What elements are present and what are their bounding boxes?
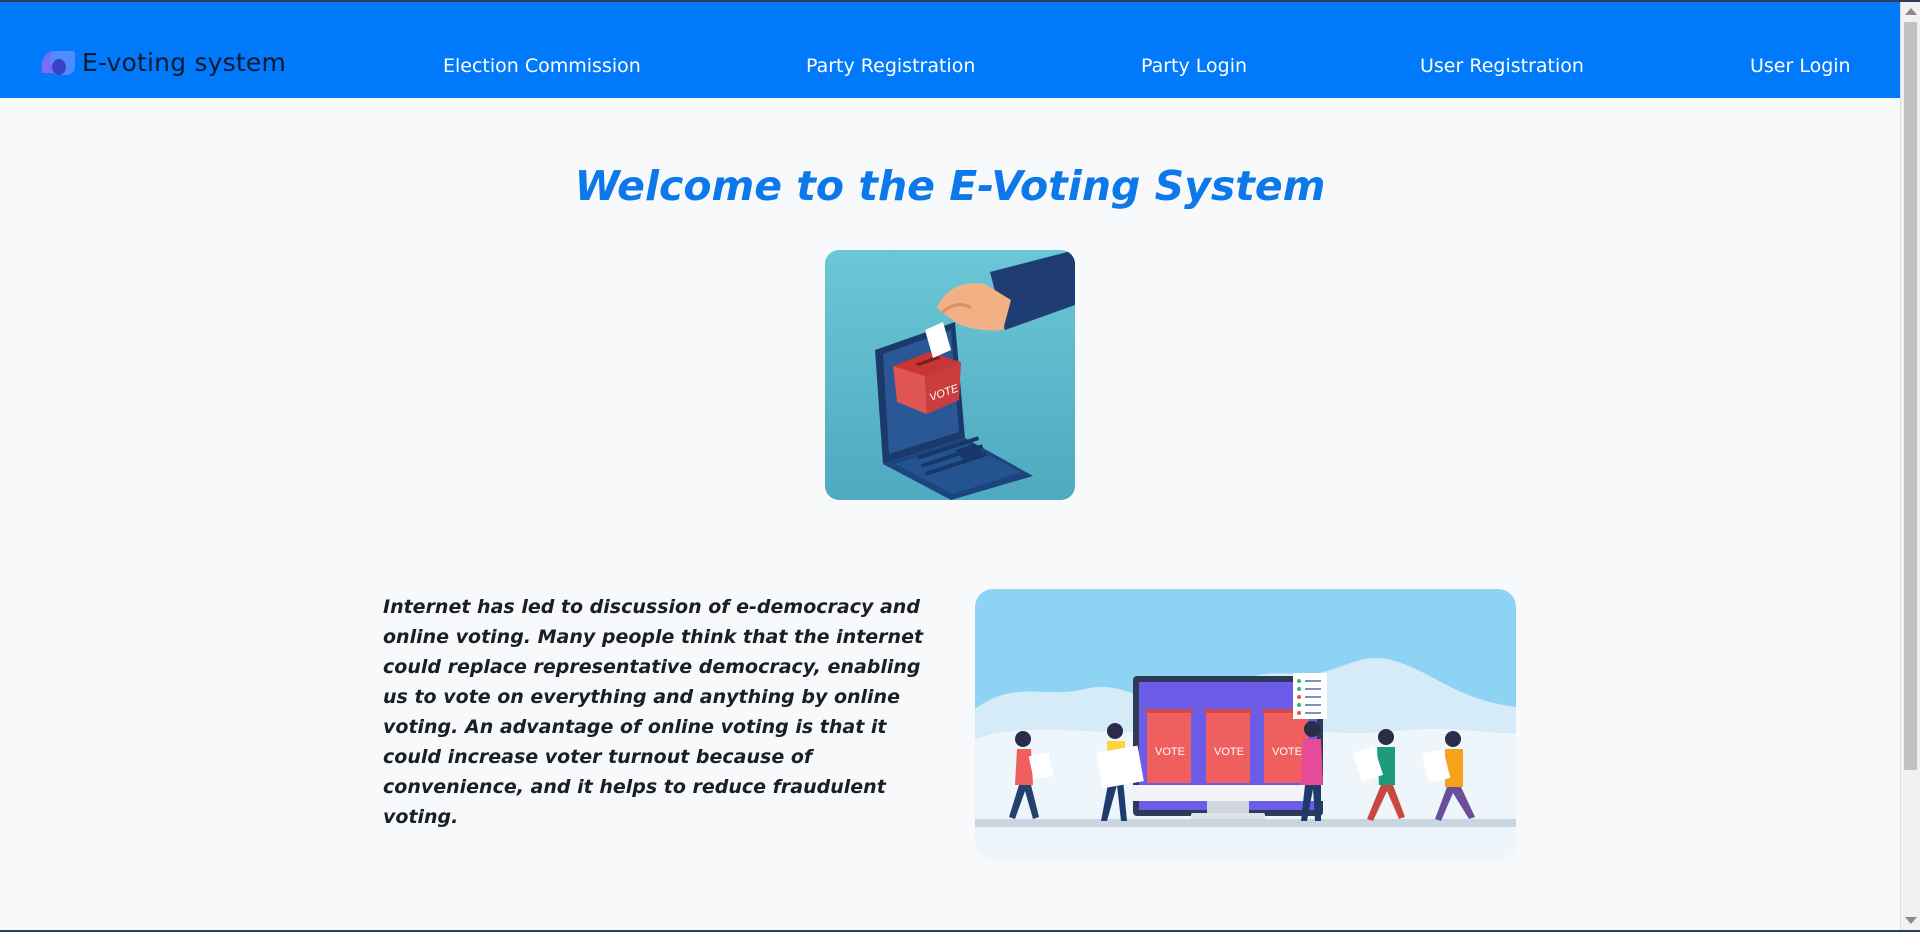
ballot-label-3: VOTE [1272, 746, 1302, 758]
drop-leaf-logo-icon [41, 51, 75, 75]
hero-illustration: VOTE [825, 250, 1075, 500]
scroll-down-arrow-icon[interactable] [1905, 917, 1917, 924]
ballot-label-2: VOTE [1214, 746, 1244, 758]
intro-paragraph: Internet has led to discussion of e-demo… [383, 596, 924, 828]
vertical-scrollbar[interactable] [1900, 2, 1920, 930]
nav-party-registration[interactable]: Party Registration [806, 55, 975, 77]
nav-party-login[interactable]: Party Login [1141, 55, 1247, 77]
scroll-up-arrow-icon[interactable] [1905, 8, 1917, 15]
scroll-thumb[interactable] [1904, 22, 1917, 770]
page-title: Welcome to the E-Voting System [574, 162, 1326, 210]
ballot-label-1: VOTE [1155, 746, 1185, 758]
voting-illustration: VOTE VOTE VOTE [975, 589, 1516, 860]
nav-user-registration[interactable]: User Registration [1420, 55, 1584, 77]
nav-election-commission[interactable]: Election Commission [443, 55, 641, 77]
navbar: E-voting system Election Commission Part… [0, 2, 1900, 98]
nav-user-login[interactable]: User Login [1750, 55, 1851, 77]
brand-link[interactable]: E-voting system [38, 47, 286, 77]
page-viewport: E-voting system Election Commission Part… [0, 2, 1900, 930]
brand-name: E-voting system [82, 47, 287, 77]
